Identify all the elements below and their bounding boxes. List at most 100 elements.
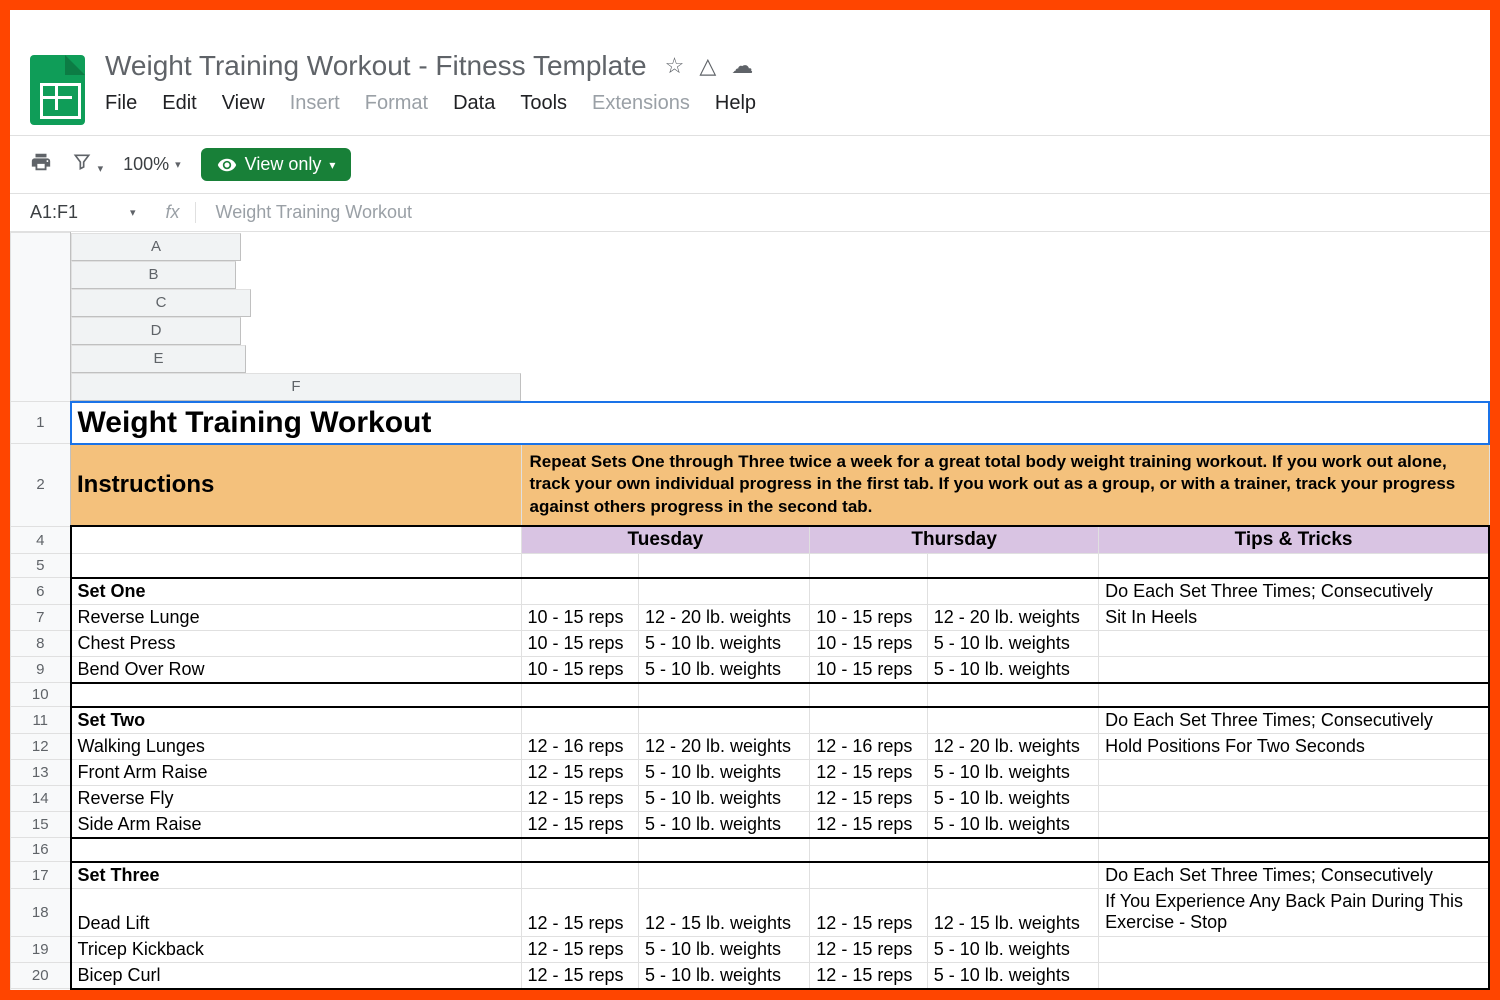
- cell[interactable]: 12 - 15 reps: [521, 785, 638, 811]
- cell[interactable]: 12 - 15 reps: [810, 936, 927, 962]
- row-header[interactable]: 2: [11, 444, 71, 527]
- cell-set-name[interactable]: Set One: [71, 578, 522, 605]
- cell[interactable]: [1099, 989, 1489, 1000]
- cell[interactable]: 5 - 10 lb. weights: [638, 962, 809, 989]
- cell[interactable]: Dead Lift: [71, 888, 522, 936]
- cell[interactable]: [810, 578, 927, 605]
- cell-thursday-header[interactable]: Thursday: [810, 526, 1099, 554]
- move-icon[interactable]: △: [699, 53, 716, 79]
- cell[interactable]: Chest Press: [71, 630, 522, 656]
- cell[interactable]: Tricep Kickback: [71, 936, 522, 962]
- cell[interactable]: 12 - 15 lb. weights: [927, 888, 1098, 936]
- cell[interactable]: [927, 862, 1098, 889]
- cell[interactable]: [1099, 554, 1489, 578]
- cell[interactable]: 12 - 15 reps: [521, 759, 638, 785]
- menu-tools[interactable]: Tools: [520, 92, 567, 115]
- cell[interactable]: Walking Lunges: [71, 733, 522, 759]
- cell[interactable]: 10 - 15 reps: [521, 604, 638, 630]
- cell[interactable]: [521, 838, 638, 862]
- cell-set-name[interactable]: Set Three: [71, 862, 522, 889]
- col-header-C[interactable]: C: [71, 289, 251, 317]
- formula-bar[interactable]: Weight Training Workout: [195, 202, 412, 223]
- cell[interactable]: 12 - 20 lb. weights: [927, 604, 1098, 630]
- cell[interactable]: 12 - 20 lb. weights: [638, 604, 809, 630]
- cell[interactable]: [1099, 811, 1489, 838]
- cell[interactable]: Hold Positions For Two Seconds: [1099, 733, 1489, 759]
- cell[interactable]: [71, 526, 522, 554]
- cell[interactable]: 12 - 15 reps: [521, 936, 638, 962]
- cell[interactable]: [638, 683, 809, 707]
- row-header[interactable]: 21: [11, 989, 71, 1000]
- cell[interactable]: [927, 838, 1098, 862]
- row-header[interactable]: 6: [11, 578, 71, 605]
- cell[interactable]: [638, 578, 809, 605]
- cell[interactable]: If You Experience Any Back Pain During T…: [1099, 888, 1489, 936]
- cell[interactable]: [810, 989, 927, 1000]
- row-header[interactable]: 13: [11, 759, 71, 785]
- cell[interactable]: [1099, 785, 1489, 811]
- cell-instructions-text[interactable]: Repeat Sets One through Three twice a we…: [521, 444, 1489, 527]
- star-icon[interactable]: ☆: [665, 53, 685, 79]
- cell[interactable]: [638, 554, 809, 578]
- cell[interactable]: 5 - 10 lb. weights: [638, 630, 809, 656]
- cell[interactable]: [810, 862, 927, 889]
- cell[interactable]: [521, 989, 638, 1000]
- cell[interactable]: [521, 578, 638, 605]
- cell[interactable]: [927, 578, 1098, 605]
- cell[interactable]: [521, 862, 638, 889]
- cell[interactable]: [638, 838, 809, 862]
- name-box[interactable]: A1:F1: [30, 202, 130, 223]
- cell[interactable]: 12 - 15 reps: [521, 888, 638, 936]
- menu-view[interactable]: View: [222, 92, 265, 115]
- cell-tip[interactable]: Do Each Set Three Times; Consecutively: [1099, 862, 1489, 889]
- cell[interactable]: 12 - 15 reps: [521, 811, 638, 838]
- cell[interactable]: 5 - 10 lb. weights: [927, 785, 1098, 811]
- cell[interactable]: 12 - 16 reps: [521, 733, 638, 759]
- menu-extensions[interactable]: Extensions: [592, 92, 690, 115]
- cell[interactable]: 10 - 15 reps: [521, 656, 638, 683]
- print-icon[interactable]: [30, 151, 52, 179]
- cell[interactable]: [638, 989, 809, 1000]
- cell[interactable]: 12 - 20 lb. weights: [927, 733, 1098, 759]
- row-header[interactable]: 15: [11, 811, 71, 838]
- select-all-corner[interactable]: [11, 233, 71, 402]
- row-header[interactable]: 1: [11, 402, 71, 444]
- row-header[interactable]: 12: [11, 733, 71, 759]
- menu-file[interactable]: File: [105, 92, 137, 115]
- cell[interactable]: 12 - 15 reps: [810, 785, 927, 811]
- cell[interactable]: Reverse Lunge: [71, 604, 522, 630]
- row-header[interactable]: 17: [11, 862, 71, 889]
- cell[interactable]: [1099, 838, 1489, 862]
- cell[interactable]: 10 - 15 reps: [810, 604, 927, 630]
- cell[interactable]: 10 - 15 reps: [521, 630, 638, 656]
- cell[interactable]: 5 - 10 lb. weights: [638, 759, 809, 785]
- row-header[interactable]: 4: [11, 526, 71, 554]
- doc-title[interactable]: Weight Training Workout - Fitness Templa…: [105, 50, 647, 82]
- cell[interactable]: [927, 683, 1098, 707]
- cell[interactable]: [71, 683, 522, 707]
- cell-tips-header[interactable]: Tips & Tricks: [1099, 526, 1489, 554]
- cell[interactable]: [810, 683, 927, 707]
- cloud-icon[interactable]: ☁: [731, 53, 753, 79]
- cell[interactable]: [1099, 630, 1489, 656]
- cell[interactable]: Front Arm Raise: [71, 759, 522, 785]
- cell[interactable]: 12 - 15 reps: [810, 888, 927, 936]
- row-header[interactable]: 10: [11, 683, 71, 707]
- cell[interactable]: 5 - 10 lb. weights: [927, 759, 1098, 785]
- cell[interactable]: [1099, 683, 1489, 707]
- cell[interactable]: [810, 554, 927, 578]
- cell[interactable]: 5 - 10 lb. weights: [927, 962, 1098, 989]
- row-header[interactable]: 5: [11, 554, 71, 578]
- cell[interactable]: Bend Over Row: [71, 656, 522, 683]
- sheets-logo-icon[interactable]: [30, 55, 85, 125]
- cell[interactable]: [71, 554, 522, 578]
- cell[interactable]: 5 - 10 lb. weights: [927, 656, 1098, 683]
- cell[interactable]: [1099, 759, 1489, 785]
- col-header-D[interactable]: D: [71, 317, 241, 345]
- col-header-B[interactable]: B: [71, 261, 236, 289]
- cell[interactable]: [810, 707, 927, 734]
- cell[interactable]: [810, 838, 927, 862]
- menu-edit[interactable]: Edit: [162, 92, 196, 115]
- cell[interactable]: [71, 989, 522, 1000]
- cell[interactable]: [638, 862, 809, 889]
